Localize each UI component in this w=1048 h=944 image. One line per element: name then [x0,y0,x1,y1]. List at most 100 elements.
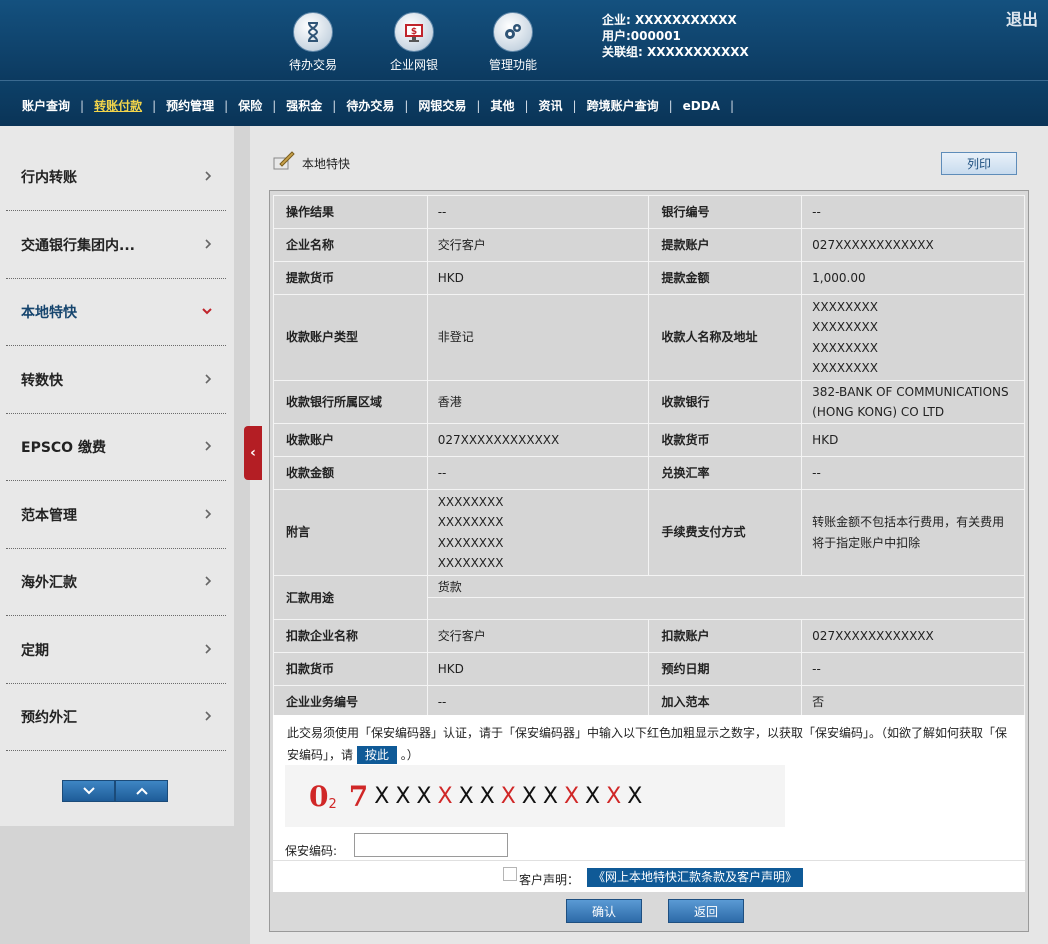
print-button[interactable]: 列印 [941,152,1017,175]
logout-button[interactable]: 退出 [1006,6,1038,30]
chevron-right-icon [204,372,212,388]
code-char: X [542,783,564,809]
sidebar-item[interactable]: 交通银行集团内... [6,212,226,279]
sidebar-item[interactable]: 定期 [6,617,226,684]
group-info: 关联组: XXXXXXXXXXX [602,45,749,59]
sidebar-item[interactable]: 海外汇款 [6,549,226,616]
code-char: X [563,783,586,809]
field-value-text: -- [812,661,821,676]
sidebar-item[interactable]: 预约外汇 [6,684,226,751]
code-char: X [395,783,417,809]
field-value: HKD [426,652,650,686]
field-value-text: HKD [437,661,464,676]
code-char: X [627,783,649,809]
nav-item[interactable]: 转账付款 [84,97,152,114]
sidebar-item[interactable]: 范本管理 [6,482,226,549]
field-label-text: 扣款货币 [286,661,335,676]
field-label: 兑换汇率 [648,456,803,490]
chevron-right-icon [204,169,212,185]
sidebar-item[interactable]: EPSCO 缴费 [6,414,226,481]
scroll-down-button[interactable] [62,780,115,802]
field-label-text: 收款银行所属区域 [286,394,383,409]
nav-item[interactable]: 资讯 [529,97,573,114]
nav-item[interactable]: 网银交易 [408,97,476,114]
code-digit-1: 0 [309,779,329,813]
field-value-text: -- [437,204,447,219]
field-label: 收款货币 [648,423,803,457]
declaration-row: 客户声明： 《网上本地特快汇款条款及客户声明》 [273,860,1025,892]
field-value: 1,000.00 [801,261,1025,295]
nav-item[interactable]: 保险 [228,97,272,114]
field-value: 382-BANK OF COMMUNICATIONS (HONG KONG) C… [801,380,1025,424]
nav-item[interactable]: 待办交易 [336,97,404,114]
field-label-text: 收款账户 [286,432,335,447]
field-value: -- [801,195,1025,229]
sidebar-item-label: EPSCO 缴费 [21,440,106,456]
hourglass-icon [293,12,333,52]
hdr-icon-label: 待办交易 [288,58,337,72]
security-instructions: 此交易须使用「保安编码器」认证，请于「保安编码器」中输入以下红色加粗显示之数字，… [287,722,1017,766]
table-row: 扣款企业名称 交行客户 扣款账户 027XXXXXXXXXXXX [273,619,1025,653]
challenge-code-display: 0 2 7 XXXXXXXXXXXXX [285,765,785,827]
nav-item[interactable]: 强积金 [276,97,332,114]
field-value: -- [426,456,650,490]
top-header: 待办交易 $ 企业网银 管理功能 企业: XXXXXXXXXXX 用户:0000… [0,0,1048,80]
nav-item[interactable]: 其他 [480,97,524,114]
scroll-up-button[interactable] [115,780,168,802]
sidebar-item-label: 本地特快 [21,305,77,321]
field-value: HKD [426,261,650,295]
field-label-text: 收款金额 [286,465,335,480]
back-button[interactable]: 返回 [668,899,744,923]
field-value-text: 交行客户 [437,628,486,643]
table-row: 收款金额 -- 兑换汇率 -- [273,456,1025,490]
table-row: 收款账户类型 非登记 收款人名称及地址 XXXXXXXX XXXXXXXX XXXXX… [273,294,1025,381]
confirm-button[interactable]: 确认 [566,899,642,923]
sidebar-item[interactable]: 转数快 [6,347,226,414]
sidebar-item-label: 行内转账 [21,170,77,186]
pending-transactions-shortcut[interactable]: 待办交易 [273,12,353,73]
page-title: 本地特快 [272,150,350,172]
challenge-code-chars: XXXXXXXXXXXXX [374,784,648,809]
nav-item[interactable]: eDDA [673,99,730,113]
declaration-checkbox[interactable] [503,867,517,881]
declaration-terms-link[interactable]: 《网上本地特快汇款条款及客户声明》 [587,868,804,887]
field-value-text: 1,000.00 [812,270,866,285]
field-value: HKD [801,423,1025,457]
collapse-sidebar-button[interactable]: ‹ [244,426,262,480]
security-code-input[interactable] [354,833,508,857]
details-table: 操作结果 -- 银行编号 -- 企业名称 交行客户 提款账户 027XXXXXXXXXXXX 提… [273,195,1026,719]
admin-functions-shortcut[interactable]: 管理功能 [473,12,553,73]
field-label: 企业名称 [273,228,428,262]
field-value-text: HKD [812,432,839,447]
sidebar-item-label: 海外汇款 [21,575,77,591]
field-value-text: -- [437,694,447,709]
chevron-down-icon [202,304,212,320]
sidebar-item[interactable]: 行内转账 [6,144,226,211]
field-value-text: 转账金额不包括本行费用，有关费用 将于指定账户中扣除 [812,515,1005,550]
field-label: 收款人名称及地址 [648,294,803,381]
chevron-right-icon [204,642,212,658]
nav-item[interactable]: 预约管理 [156,97,224,114]
monitor-dollar-icon: $ [394,12,434,52]
field-label-text: 收款账户类型 [286,330,359,345]
code-char: X [521,783,543,809]
click-here-link[interactable]: 按此 [356,746,397,764]
table-row: 企业名称 交行客户 提款账户 027XXXXXXXXXXXX [273,228,1025,262]
field-label-text: 银行编号 [661,204,710,219]
hdr-icon-label: 管理功能 [488,58,537,72]
user-info: 企业: XXXXXXXXXXX 用户:000001 关联组: XXXXXXXXX… [602,12,749,60]
field-label: 加入范本 [648,685,803,719]
corporate-banking-shortcut[interactable]: $ 企业网银 [374,12,454,73]
field-label-text: 企业名称 [286,237,335,252]
field-value-text: 香港 [437,394,462,409]
field-value-text: -- [812,204,821,219]
nav-item[interactable]: 账户查询 [12,97,80,114]
nav-item[interactable]: 跨境账户查询 [577,97,669,114]
declaration-label: 客户声明： [519,873,580,887]
table-row: 收款账户 027XXXXXXXXXXXX 收款货币 HKD [273,423,1025,457]
field-label: 提款金额 [648,261,803,295]
table-row: 企业业务编号 -- 加入范本 否 [273,685,1025,719]
security-code-label: 保安编码: [285,844,338,858]
field-value: 转账金额不包括本行费用，有关费用 将于指定账户中扣除 [801,489,1025,576]
sidebar-item[interactable]: 本地特快 [6,279,226,346]
